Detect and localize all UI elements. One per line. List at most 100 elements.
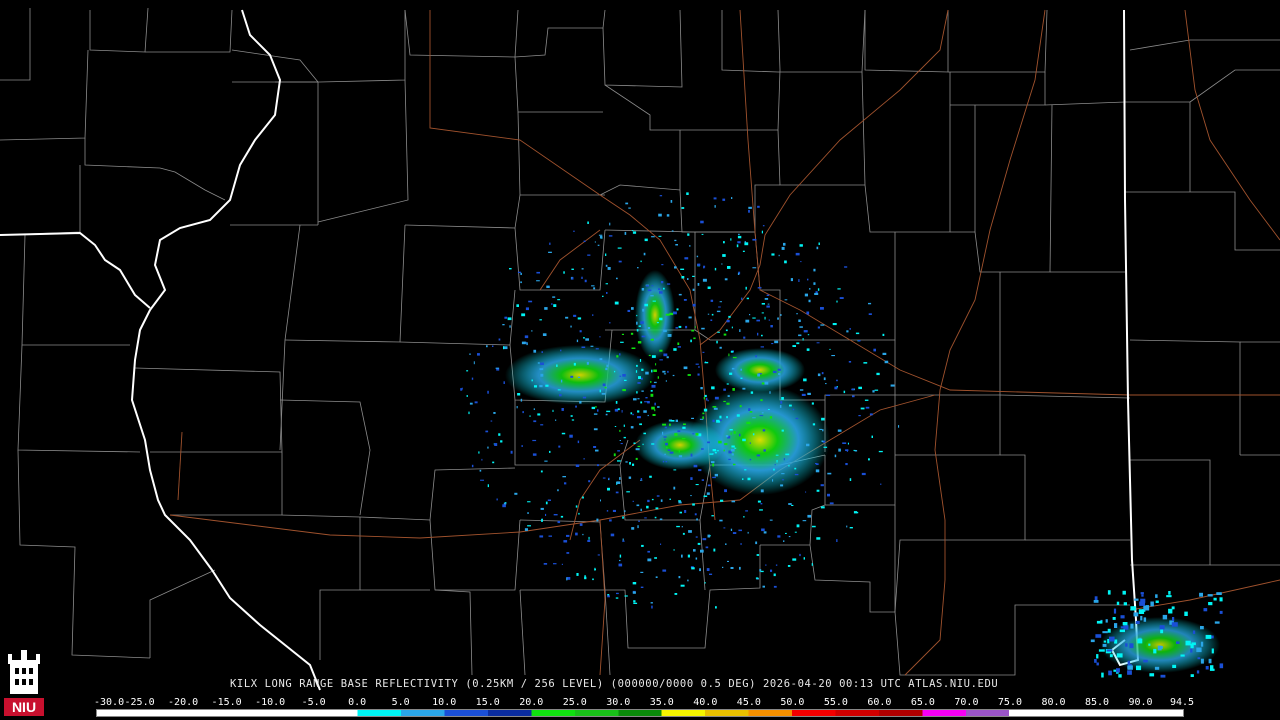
echo-speckle [737, 272, 740, 275]
echo-speckle [773, 573, 776, 577]
echo-speckle [694, 513, 697, 516]
echo-speckle [669, 423, 671, 426]
echo-speckle [609, 222, 611, 226]
echo-speckle [696, 518, 698, 521]
echo-speckle [621, 410, 623, 413]
echo-speckle [868, 458, 870, 461]
echo-speckle [522, 411, 524, 414]
echo-speckle [1138, 609, 1145, 614]
echo-speckle [690, 477, 693, 480]
echo-speckle [1213, 597, 1217, 601]
echo-speckle [495, 367, 499, 369]
echo-speckle [723, 241, 725, 244]
echo-speckle [690, 495, 692, 497]
echo-speckle [650, 390, 653, 392]
echo-speckle [524, 528, 528, 531]
echo-speckle [795, 417, 799, 420]
echo-speckle [863, 362, 868, 364]
echo-speckle [637, 398, 640, 400]
echo-speckle [607, 487, 610, 491]
echo-speckle [898, 425, 900, 428]
echo-speckle [640, 260, 642, 263]
echo-speckle [700, 387, 703, 390]
colorbar-tick-label: -5.0 [301, 697, 326, 708]
echo-speckle [663, 287, 665, 290]
echo-speckle [725, 543, 727, 545]
echo-speckle [890, 384, 895, 387]
echo-speckle [702, 416, 704, 419]
echo-speckle [525, 307, 529, 311]
echo-speckle [814, 292, 819, 295]
echo-speckle [773, 468, 775, 471]
echo-speckle [737, 241, 741, 244]
echo-speckle [664, 453, 666, 456]
echo-speckle [474, 401, 478, 404]
echo-speckle [817, 373, 821, 377]
echo-speckle [573, 314, 577, 317]
echo-speckle [640, 586, 644, 588]
echo-speckle [637, 416, 641, 419]
echo-speckle [795, 252, 800, 256]
echo-speckle [808, 299, 811, 303]
echo-speckle [632, 463, 635, 466]
echo-speckle [700, 220, 704, 224]
echo-speckle [662, 431, 664, 435]
echo-speckle [654, 402, 656, 406]
echo-speckle [1096, 662, 1099, 666]
echo-speckle [571, 419, 575, 421]
echo-speckle [619, 440, 621, 441]
echo-speckle [494, 443, 498, 446]
echo-speckle [731, 197, 733, 199]
echo-speckle [650, 393, 654, 397]
echo-speckle [1216, 592, 1222, 595]
echo-speckle [707, 484, 711, 487]
echo-speckle [548, 251, 552, 253]
echo-speckle [719, 301, 722, 303]
echo-speckle [817, 326, 820, 329]
echo-speckle [837, 288, 841, 290]
echo-speckle [647, 289, 652, 292]
echo-speckle [747, 477, 751, 481]
echo-speckle [1102, 631, 1108, 634]
echo-speckle [517, 393, 521, 396]
echo-speckle [756, 554, 760, 556]
colorbar-tick-label: 40.0 [693, 697, 718, 708]
echo-speckle [728, 458, 731, 461]
echo-speckle [794, 467, 797, 470]
echo-speckle [1184, 611, 1188, 616]
echo-speckle [1116, 653, 1123, 658]
echo-speckle [630, 412, 633, 415]
echo-speckle [665, 461, 668, 463]
echo-speckle [842, 442, 847, 444]
echo-speckle [1190, 674, 1194, 677]
echo-speckle [531, 330, 533, 332]
echo-speckle [636, 321, 638, 325]
echo-speckle [674, 593, 678, 595]
echo-speckle [827, 493, 830, 497]
echo-speckle [678, 501, 682, 504]
echo-speckle [821, 440, 824, 442]
echo-speckle [791, 504, 794, 506]
echo-speckle [573, 230, 575, 232]
echo-speckle [676, 525, 680, 528]
echo-speckle [524, 335, 529, 339]
echo-speckle [636, 329, 639, 332]
echo-speckle [610, 533, 615, 537]
echo-speckle [819, 428, 822, 430]
echo-speckle [726, 416, 728, 419]
echo-speckle [1154, 666, 1160, 670]
echo-speckle [680, 268, 685, 270]
echo-speckle [667, 334, 672, 337]
echo-speckle [723, 400, 726, 402]
echo-speckle [678, 500, 681, 502]
echo-speckle [794, 473, 799, 476]
echo-speckle [654, 516, 657, 519]
echo-speckle [774, 464, 776, 466]
echo-speckle [683, 299, 687, 301]
echo-speckle [763, 531, 767, 534]
echo-speckle [1130, 606, 1136, 611]
echo-speckle [625, 202, 629, 205]
echo-speckle [652, 300, 656, 302]
echo-speckle [616, 355, 619, 358]
echo-speckle [732, 388, 735, 391]
